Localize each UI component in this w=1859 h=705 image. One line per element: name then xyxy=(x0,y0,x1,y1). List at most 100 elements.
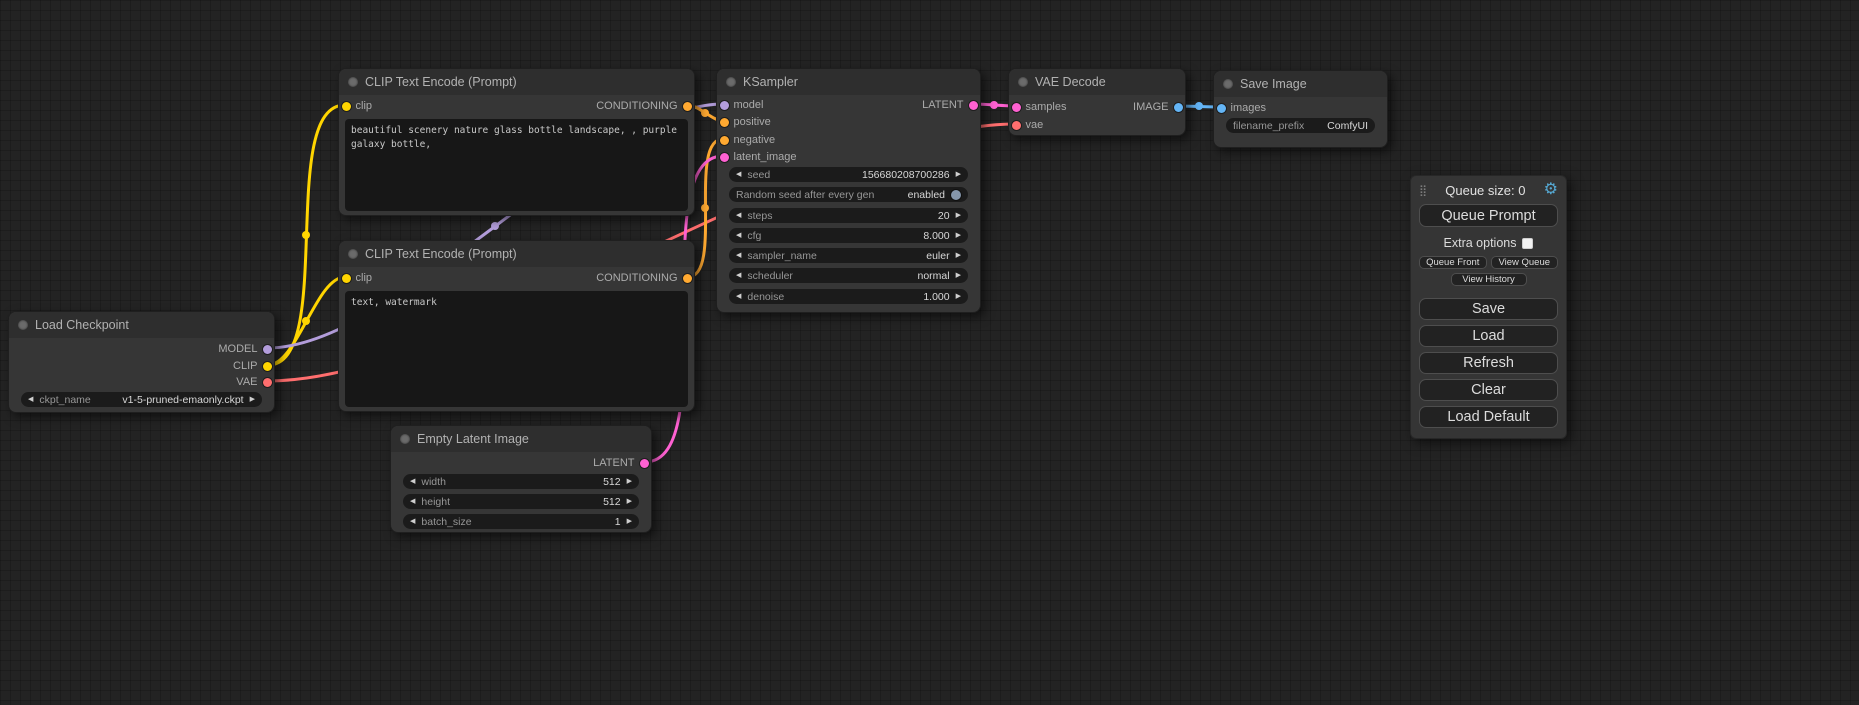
conditioning-port-icon[interactable] xyxy=(683,102,692,111)
node-title-bar[interactable]: VAE Decode xyxy=(1009,69,1185,95)
input-slot-vae[interactable]: vae xyxy=(1012,117,1044,133)
input-slot-clip[interactable]: clip xyxy=(342,270,373,286)
widget-steps[interactable]: ◀ steps 20 ▶ xyxy=(729,208,968,223)
extra-options-checkbox[interactable] xyxy=(1522,238,1533,249)
widget-batch-size[interactable]: ◀ batch_size 1 ▶ xyxy=(403,514,639,529)
clip-port-icon[interactable] xyxy=(342,102,351,111)
comfy-menu[interactable]: ⣿ Queue size: 0 ⚙ Queue Prompt Extra opt… xyxy=(1410,175,1567,439)
load-button[interactable]: Load xyxy=(1419,325,1558,347)
input-slot-samples[interactable]: samples xyxy=(1012,99,1067,115)
node-vae-decode[interactable]: VAE Decode samples vae IMAGE xyxy=(1008,68,1186,136)
clip-port-icon[interactable] xyxy=(263,362,272,371)
input-slot-images[interactable]: images xyxy=(1217,100,1266,116)
arrow-left-icon[interactable]: ◀ xyxy=(410,498,415,505)
node-ksampler[interactable]: KSampler model positive negative latent_… xyxy=(716,68,981,313)
arrow-right-icon[interactable]: ▶ xyxy=(956,232,961,239)
refresh-button[interactable]: Refresh xyxy=(1419,352,1558,374)
arrow-left-icon[interactable]: ◀ xyxy=(736,232,741,239)
clip-port-icon[interactable] xyxy=(342,274,351,283)
arrow-right-icon[interactable]: ▶ xyxy=(956,171,961,178)
node-clip-text-encode-positive[interactable]: CLIP Text Encode (Prompt) clip CONDITION… xyxy=(338,68,695,216)
latent-port-icon[interactable] xyxy=(1012,103,1021,112)
image-port-icon[interactable] xyxy=(1174,103,1183,112)
node-save-image[interactable]: Save Image images filename_prefix ComfyU… xyxy=(1213,70,1388,148)
node-title-bar[interactable]: CLIP Text Encode (Prompt) xyxy=(339,69,694,95)
view-queue-button[interactable]: View Queue xyxy=(1491,256,1559,269)
input-slot-clip[interactable]: clip xyxy=(342,98,373,114)
input-slot-negative[interactable]: negative xyxy=(720,132,776,148)
arrow-left-icon[interactable]: ◀ xyxy=(736,293,741,300)
drag-handle-icon[interactable]: ⣿ xyxy=(1419,184,1427,197)
vae-port-icon[interactable] xyxy=(263,378,272,387)
settings-gear-icon[interactable]: ⚙ xyxy=(1544,182,1558,198)
clear-button[interactable]: Clear xyxy=(1419,379,1558,401)
widget-filename-prefix[interactable]: filename_prefix ComfyUI xyxy=(1226,118,1375,133)
node-clip-text-encode-negative[interactable]: CLIP Text Encode (Prompt) clip CONDITION… xyxy=(338,240,695,412)
collapse-dot-icon[interactable] xyxy=(348,77,358,87)
node-empty-latent-image[interactable]: Empty Latent Image LATENT ◀ width 512 ▶ … xyxy=(390,425,652,533)
model-port-icon[interactable] xyxy=(720,101,729,110)
output-slot-latent[interactable]: LATENT xyxy=(593,455,648,471)
save-button[interactable]: Save xyxy=(1419,298,1558,320)
arrow-right-icon[interactable]: ▶ xyxy=(956,212,961,219)
prompt-textarea[interactable]: text, watermark xyxy=(345,291,688,407)
arrow-right-icon[interactable]: ▶ xyxy=(627,478,632,485)
widget-ckpt-name[interactable]: ◀ ckpt_name v1-5-pruned-emaonly.ckpt ▶ xyxy=(21,392,262,407)
input-slot-positive[interactable]: positive xyxy=(720,114,771,130)
arrow-left-icon[interactable]: ◀ xyxy=(736,171,741,178)
node-title-bar[interactable]: CLIP Text Encode (Prompt) xyxy=(339,241,694,267)
widget-sampler-name[interactable]: ◀ sampler_name euler ▶ xyxy=(729,248,968,263)
collapse-dot-icon[interactable] xyxy=(348,249,358,259)
latent-port-icon[interactable] xyxy=(969,101,978,110)
arrow-left-icon[interactable]: ◀ xyxy=(736,252,741,259)
collapse-dot-icon[interactable] xyxy=(1018,77,1028,87)
node-title-bar[interactable]: Save Image xyxy=(1214,71,1387,97)
arrow-left-icon[interactable]: ◀ xyxy=(736,272,741,279)
node-load-checkpoint[interactable]: Load Checkpoint MODEL CLIP VAE ◀ ckpt_na… xyxy=(8,311,275,413)
model-port-icon[interactable] xyxy=(263,345,272,354)
conditioning-port-icon[interactable] xyxy=(720,118,729,127)
arrow-right-icon[interactable]: ▶ xyxy=(627,498,632,505)
widget-cfg[interactable]: ◀ cfg 8.000 ▶ xyxy=(729,228,968,243)
collapse-dot-icon[interactable] xyxy=(726,77,736,87)
arrow-left-icon[interactable]: ◀ xyxy=(410,518,415,525)
widget-denoise[interactable]: ◀ denoise 1.000 ▶ xyxy=(729,289,968,304)
arrow-left-icon[interactable]: ◀ xyxy=(410,478,415,485)
widget-scheduler[interactable]: ◀ scheduler normal ▶ xyxy=(729,268,968,283)
view-history-button[interactable]: View History xyxy=(1451,273,1527,286)
node-graph-canvas[interactable]: Load Checkpoint MODEL CLIP VAE ◀ ckpt_na… xyxy=(0,0,1859,705)
collapse-dot-icon[interactable] xyxy=(400,434,410,444)
latent-port-icon[interactable] xyxy=(720,153,729,162)
collapse-dot-icon[interactable] xyxy=(18,320,28,330)
queue-front-button[interactable]: Queue Front xyxy=(1419,256,1487,269)
arrow-right-icon[interactable]: ▶ xyxy=(250,396,255,403)
output-slot-model[interactable]: MODEL xyxy=(218,341,271,357)
arrow-right-icon[interactable]: ▶ xyxy=(956,272,961,279)
node-title-bar[interactable]: KSampler xyxy=(717,69,980,95)
node-title-bar[interactable]: Empty Latent Image xyxy=(391,426,651,452)
arrow-left-icon[interactable]: ◀ xyxy=(736,212,741,219)
widget-height[interactable]: ◀ height 512 ▶ xyxy=(403,494,639,509)
arrow-right-icon[interactable]: ▶ xyxy=(956,293,961,300)
arrow-right-icon[interactable]: ▶ xyxy=(956,252,961,259)
toggle-knob-icon[interactable] xyxy=(951,190,961,200)
vae-port-icon[interactable] xyxy=(1012,121,1021,130)
widget-random-seed-toggle[interactable]: Random seed after every gen enabled xyxy=(729,187,968,202)
conditioning-port-icon[interactable] xyxy=(683,274,692,283)
input-slot-latent-image[interactable]: latent_image xyxy=(720,149,797,165)
widget-seed[interactable]: ◀ seed 156680208700286 ▶ xyxy=(729,167,968,182)
arrow-left-icon[interactable]: ◀ xyxy=(28,396,33,403)
collapse-dot-icon[interactable] xyxy=(1223,79,1233,89)
latent-port-icon[interactable] xyxy=(640,459,649,468)
input-slot-model[interactable]: model xyxy=(720,97,764,113)
output-slot-latent[interactable]: LATENT xyxy=(922,97,977,113)
output-slot-vae[interactable]: VAE xyxy=(236,374,271,390)
image-port-icon[interactable] xyxy=(1217,104,1226,113)
arrow-right-icon[interactable]: ▶ xyxy=(627,518,632,525)
conditioning-port-icon[interactable] xyxy=(720,136,729,145)
node-title-bar[interactable]: Load Checkpoint xyxy=(9,312,274,338)
output-slot-clip[interactable]: CLIP xyxy=(233,358,271,374)
load-default-button[interactable]: Load Default xyxy=(1419,406,1558,428)
queue-prompt-button[interactable]: Queue Prompt xyxy=(1419,204,1558,227)
widget-width[interactable]: ◀ width 512 ▶ xyxy=(403,474,639,489)
